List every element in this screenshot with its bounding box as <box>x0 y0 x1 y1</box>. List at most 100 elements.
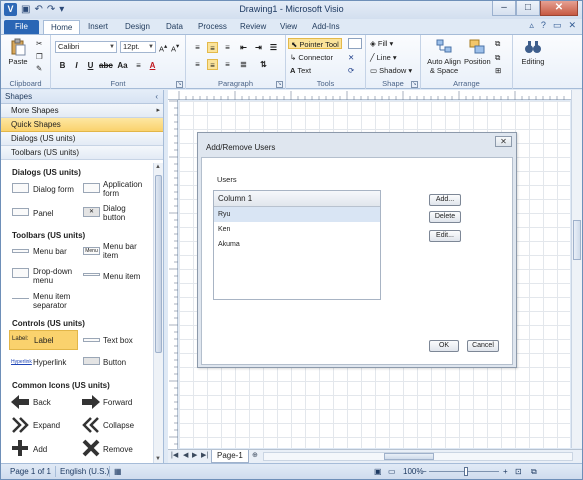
bullets-icon[interactable]: ☰ <box>268 42 279 53</box>
align-bottom-icon[interactable]: ≡ <box>222 42 233 53</box>
font-dialog-launcher-icon[interactable]: ↘ <box>176 81 183 88</box>
help-icon[interactable]: ? <box>541 20 546 31</box>
minimize-button[interactable]: – <box>492 1 516 16</box>
scroll-down-icon[interactable]: ▼ <box>155 456 161 462</box>
align-right-icon[interactable]: ≡ <box>222 59 233 70</box>
shape-back[interactable]: Back <box>33 398 51 407</box>
language-indicator[interactable]: English (U.S.) <box>60 467 109 476</box>
canvas-horizontal-scrollbar[interactable] <box>263 452 573 461</box>
list-item[interactable]: Akuma <box>214 237 380 252</box>
scroll-up-icon[interactable]: ▲ <box>155 164 161 170</box>
paste-button[interactable]: Paste <box>5 38 31 66</box>
collapse-pane-icon[interactable]: ‹ <box>155 90 158 104</box>
next-page-icon[interactable]: ▶ <box>192 451 197 459</box>
macro-record-icon[interactable]: ▦ <box>114 467 122 476</box>
menu-item-separator-thumb[interactable] <box>12 298 29 299</box>
list-item[interactable]: Ryu <box>214 207 380 222</box>
last-page-icon[interactable]: ▶| <box>201 451 208 459</box>
tab-process[interactable]: Process <box>191 20 234 35</box>
font-size-select[interactable]: 12pt. ▼ <box>120 41 156 53</box>
canvas-vertical-scrollbar[interactable] <box>571 90 582 448</box>
shape-forward[interactable]: Forward <box>103 398 132 407</box>
add-button[interactable]: Add... <box>429 194 461 206</box>
canvas-hscroll-thumb[interactable] <box>384 453 434 460</box>
full-screen-icon[interactable]: ▣ <box>374 467 382 476</box>
tab-insert[interactable]: Insert <box>81 20 115 35</box>
page-indicator[interactable]: Page 1 of 1 <box>10 467 51 476</box>
tab-design[interactable]: Design <box>118 20 157 35</box>
format-painter-icon[interactable]: ✎ <box>36 63 42 74</box>
back-arrow-icon[interactable] <box>11 395 29 409</box>
list-item[interactable]: Ken <box>214 222 380 237</box>
maximize-button[interactable]: □ <box>516 1 540 16</box>
shape-collapse[interactable]: Collapse <box>103 421 134 430</box>
dialog-form-thumb[interactable] <box>12 183 29 193</box>
dialog-close-icon[interactable]: ✕ <box>495 136 512 147</box>
shape-expand[interactable]: Expand <box>33 421 60 430</box>
font-family-select[interactable]: Calibri ▼ <box>55 41 117 53</box>
prev-page-icon[interactable]: ◀ <box>183 451 188 459</box>
decrease-indent-icon[interactable]: ⇤ <box>238 42 249 53</box>
shape-remove[interactable]: Remove <box>103 445 133 454</box>
tab-view[interactable]: View <box>273 20 304 35</box>
button-thumb[interactable] <box>83 357 100 365</box>
tab-data[interactable]: Data <box>159 20 190 35</box>
remove-x-icon[interactable] <box>82 439 100 457</box>
shape-drop-down-menu[interactable]: Drop-down menu <box>33 267 73 285</box>
expand-icon[interactable] <box>11 417 29 433</box>
shape-button[interactable]: Button <box>103 358 126 367</box>
shape-label-selected[interactable]: Label: Label <box>9 330 78 350</box>
edit-button[interactable]: Edit... <box>429 230 461 242</box>
pointer-tool-button[interactable]: ⬉ Pointer Tool <box>288 38 342 49</box>
zoom-out-icon[interactable]: − <box>422 467 427 476</box>
grow-font-icon[interactable]: A▴ <box>159 41 167 54</box>
hyperlink-thumb[interactable]: Hyperlink <box>11 359 32 365</box>
italic-icon[interactable]: I <box>71 60 82 71</box>
send-backward-icon[interactable]: ⧉ <box>495 52 500 63</box>
minimize-ribbon-icon[interactable]: ▵ <box>529 20 534 31</box>
add-plus-icon[interactable] <box>11 439 29 457</box>
shapes-scrollbar[interactable]: ▲ ▼ <box>153 163 163 463</box>
stencil-dialogs[interactable]: Dialogs (US units) <box>1 132 163 146</box>
group-icon[interactable]: ⊞ <box>495 65 501 76</box>
menu-item-thumb[interactable] <box>83 273 100 276</box>
text-box-thumb[interactable] <box>83 338 100 342</box>
shape-menu-bar-item[interactable]: Menu bar item <box>103 242 143 260</box>
connector-button[interactable]: ↳ Connector <box>290 52 333 63</box>
restore-icon[interactable]: ▭ <box>553 20 562 31</box>
zoom-level[interactable]: 100% <box>403 467 423 476</box>
shapes-scroll-thumb[interactable] <box>155 175 162 353</box>
panel-thumb[interactable] <box>12 208 29 216</box>
shadow-button[interactable]: ▭ Shadow ▾ <box>370 65 412 76</box>
first-page-icon[interactable]: |◀ <box>171 451 178 459</box>
shrink-font-icon[interactable]: A▾ <box>171 41 179 54</box>
dialog-button-thumb[interactable]: ✕ <box>83 207 100 217</box>
stencil-toolbars[interactable]: Toolbars (US units) <box>1 146 163 160</box>
shape-application-form[interactable]: Application form <box>103 180 151 198</box>
rotate-tool-icon[interactable]: ⟳ <box>348 65 354 76</box>
copy-icon[interactable]: ❐ <box>36 51 43 62</box>
menu-bar-thumb[interactable] <box>12 249 29 253</box>
editing-button[interactable]: Editing <box>517 38 549 66</box>
bring-forward-icon[interactable]: ⧉ <box>495 38 500 49</box>
users-list[interactable]: Column 1 Ryu Ken Akuma <box>213 190 381 300</box>
align-center-icon[interactable]: ≡ <box>207 59 218 70</box>
bold-icon[interactable]: B <box>57 60 68 71</box>
zoom-slider[interactable] <box>429 467 499 476</box>
align-top-icon[interactable]: ≡ <box>192 42 203 53</box>
font-color-icon[interactable]: A <box>147 60 158 71</box>
drop-down-menu-thumb[interactable] <box>12 268 29 278</box>
align-middle-icon[interactable]: ≡ <box>207 42 218 53</box>
ok-button[interactable]: OK <box>429 340 459 352</box>
subscript-icon[interactable]: ≡ <box>133 60 144 71</box>
align-left-icon[interactable]: ≡ <box>192 59 203 70</box>
application-form-thumb[interactable] <box>83 183 100 193</box>
switch-windows-icon[interactable]: ⧉ <box>531 467 537 477</box>
shape-dialog-launcher-icon[interactable]: ↘ <box>411 81 418 88</box>
shape-menu-item-separator[interactable]: Menu item separator <box>33 292 77 310</box>
shape-hyperlink[interactable]: Hyperlink <box>33 358 66 367</box>
stencil-quick-shapes[interactable]: Quick Shapes <box>1 118 163 132</box>
text-direction-icon[interactable]: ⇅ <box>258 59 269 70</box>
zoom-in-icon[interactable]: + <box>503 467 508 476</box>
doc-close-icon[interactable]: ✕ <box>568 20 576 31</box>
